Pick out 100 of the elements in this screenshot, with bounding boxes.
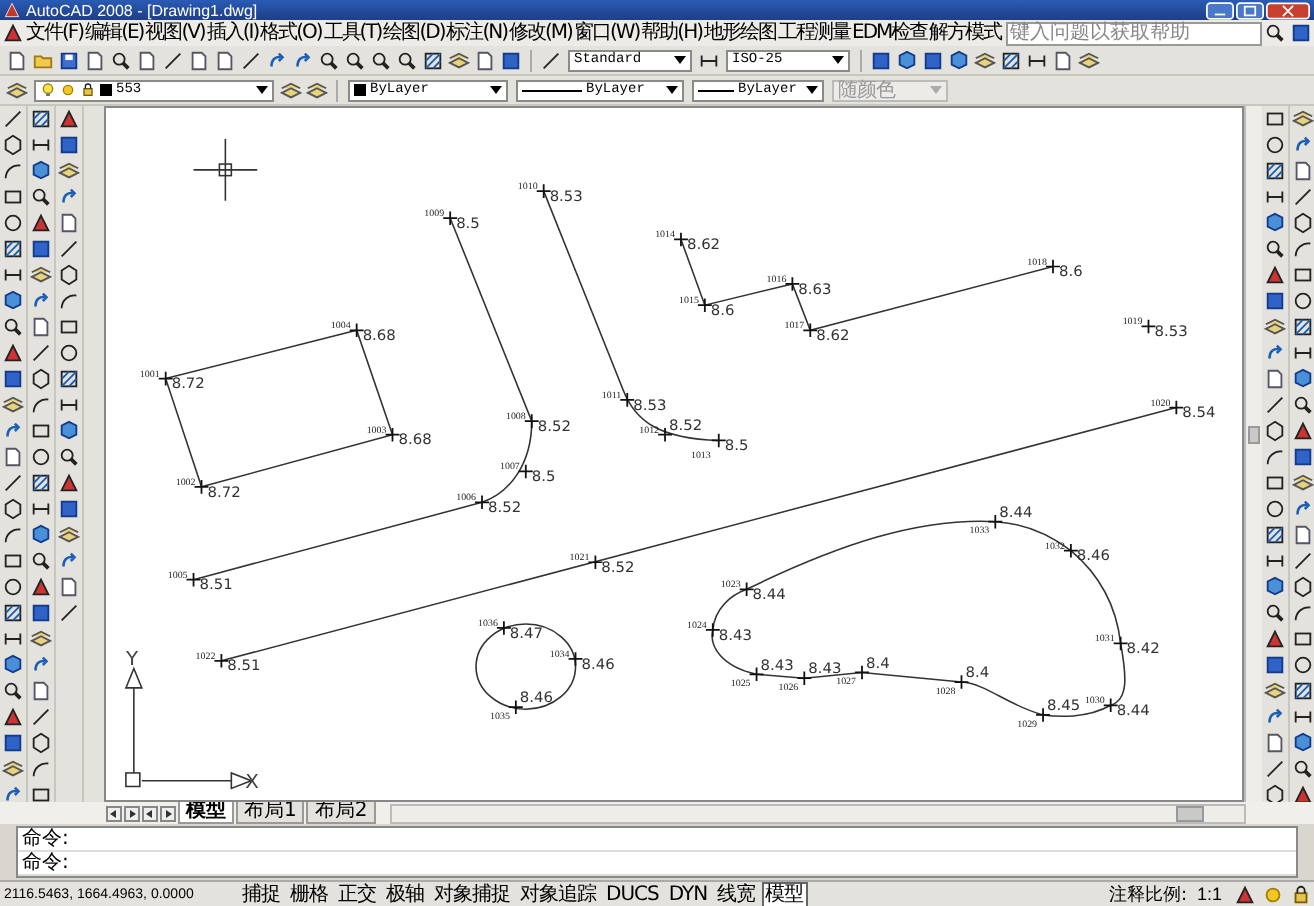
triangle-icon[interactable] — [58, 472, 80, 494]
scrollbar-thumb[interactable] — [1176, 805, 1204, 821]
triangle-icon[interactable] — [1264, 628, 1286, 650]
line-icon[interactable] — [240, 49, 262, 71]
menu-item[interactable]: 工程测量 — [778, 21, 852, 45]
square-icon[interactable] — [1264, 290, 1286, 312]
square-icon[interactable] — [58, 498, 80, 520]
status-toggle[interactable]: 正交 — [334, 881, 380, 906]
hexagon-icon[interactable] — [30, 368, 52, 390]
hexagon-icon[interactable] — [1264, 784, 1286, 806]
menu-item[interactable]: 标注(N) — [446, 21, 510, 45]
layers-icon[interactable] — [58, 524, 80, 546]
arc-icon[interactable] — [2, 160, 24, 182]
triangle-icon[interactable] — [2, 706, 24, 728]
hexagon-icon[interactable] — [58, 264, 80, 286]
rectangle-icon[interactable] — [30, 420, 52, 442]
hatch-icon[interactable] — [1264, 524, 1286, 546]
arc-icon[interactable] — [1292, 602, 1314, 624]
hexagon-icon[interactable] — [2, 134, 24, 156]
square-icon[interactable] — [1290, 22, 1312, 44]
layers-icon[interactable] — [974, 49, 996, 71]
dimension-icon[interactable] — [1264, 186, 1286, 208]
line-icon[interactable] — [30, 342, 52, 364]
hatch-icon[interactable] — [422, 49, 444, 71]
arrow-icon[interactable] — [2, 784, 24, 806]
triangle-icon[interactable] — [1292, 420, 1314, 442]
square-icon[interactable] — [2, 732, 24, 754]
circle-icon[interactable] — [1264, 498, 1286, 520]
cube-icon[interactable] — [1264, 576, 1286, 598]
square-icon[interactable] — [2, 368, 24, 390]
command-window[interactable]: 命令: 命令: — [16, 826, 1298, 878]
hexagon-icon[interactable] — [2, 498, 24, 520]
hatch-icon[interactable] — [58, 368, 80, 390]
magnifier-icon[interactable] — [1292, 758, 1314, 780]
triangle-icon[interactable] — [30, 212, 52, 234]
document-icon[interactable] — [58, 212, 80, 234]
arrow-icon[interactable] — [30, 654, 52, 676]
arrow-icon[interactable] — [292, 49, 314, 71]
rectangle-icon[interactable] — [2, 186, 24, 208]
layers-icon[interactable] — [1292, 472, 1314, 494]
menu-item[interactable]: 插入(I) — [206, 21, 261, 45]
status-toggle[interactable]: DYN — [664, 881, 712, 906]
arrow-icon[interactable] — [58, 186, 80, 208]
magnifier-icon[interactable] — [318, 49, 340, 71]
line-icon[interactable] — [1292, 550, 1314, 572]
layers-icon[interactable] — [306, 79, 328, 101]
arrow-icon[interactable] — [1264, 706, 1286, 728]
cube-icon[interactable] — [30, 524, 52, 546]
layers-icon[interactable] — [58, 160, 80, 182]
line-icon[interactable] — [1264, 394, 1286, 416]
document-icon[interactable] — [30, 680, 52, 702]
rectangle-icon[interactable] — [1292, 628, 1314, 650]
hatch-icon[interactable] — [1292, 680, 1314, 702]
magnifier-icon[interactable] — [30, 550, 52, 572]
layers-icon[interactable] — [2, 758, 24, 780]
magnifier-icon[interactable] — [1264, 22, 1286, 44]
arrow-icon[interactable] — [1292, 134, 1314, 156]
circle-icon[interactable] — [2, 576, 24, 598]
rectangle-icon[interactable] — [1264, 472, 1286, 494]
square-icon[interactable] — [30, 602, 52, 624]
circle-icon[interactable] — [2, 212, 24, 234]
rectangle-icon[interactable] — [1264, 108, 1286, 130]
menu-item[interactable]: 帮助(H) — [641, 21, 704, 45]
maximize-button[interactable] — [1236, 1, 1264, 19]
cube-icon[interactable] — [2, 290, 24, 312]
status-toggle[interactable]: 捕捉 — [238, 881, 284, 906]
dimension-icon[interactable] — [30, 134, 52, 156]
line-icon[interactable] — [58, 602, 80, 624]
line-icon[interactable] — [540, 49, 562, 71]
line-icon[interactable] — [2, 108, 24, 130]
document-icon[interactable] — [30, 316, 52, 338]
dimension-icon[interactable] — [30, 498, 52, 520]
document-icon[interactable] — [2, 446, 24, 468]
layers-icon[interactable] — [280, 79, 302, 101]
annotation-scale-dropdown[interactable]: 1:1 — [1188, 884, 1230, 904]
scrollbar-thumb[interactable] — [1248, 426, 1260, 444]
status-toggle[interactable]: 线宽 — [713, 881, 760, 906]
tab-scroll-button[interactable] — [124, 805, 140, 821]
rectangle-icon[interactable] — [58, 316, 80, 338]
layers-icon[interactable] — [6, 79, 28, 101]
triangle-icon[interactable] — [58, 108, 80, 130]
status-toggle[interactable]: 模型 — [761, 881, 808, 906]
line-icon[interactable] — [58, 238, 80, 260]
cube-icon[interactable] — [1292, 368, 1314, 390]
document-icon[interactable] — [1292, 160, 1314, 182]
magnifier-icon[interactable] — [30, 186, 52, 208]
arrow-icon[interactable] — [2, 420, 24, 442]
hatch-icon[interactable] — [30, 108, 52, 130]
arc-icon[interactable] — [30, 394, 52, 416]
hexagon-icon[interactable] — [1292, 212, 1314, 234]
arc-icon[interactable] — [30, 758, 52, 780]
circle-icon[interactable] — [30, 446, 52, 468]
line-icon[interactable] — [162, 49, 184, 71]
menu-item[interactable]: 视图(V) — [145, 21, 207, 45]
arrow-icon[interactable] — [1292, 498, 1314, 520]
document-icon[interactable] — [1264, 368, 1286, 390]
cube-icon[interactable] — [58, 420, 80, 442]
dimension-icon[interactable] — [1264, 550, 1286, 572]
circle-icon[interactable] — [1292, 654, 1314, 676]
layers-icon[interactable] — [30, 264, 52, 286]
